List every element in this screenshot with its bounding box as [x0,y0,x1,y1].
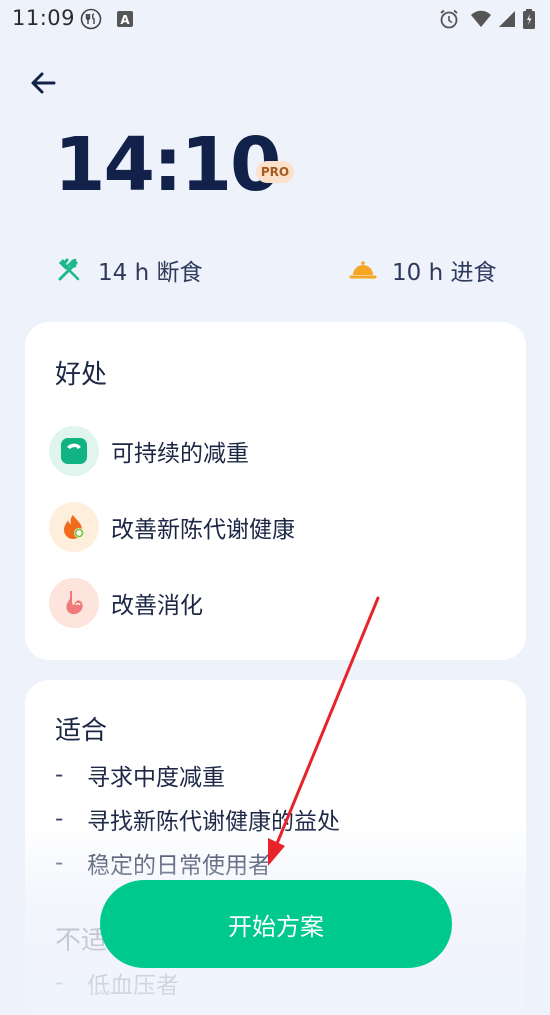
unfit-dash: - [55,970,64,996]
signal-icon [499,11,515,27]
plan-detail-screen: 11:09 A 14:10 PRO 14 h 断食 10 h 进食 好处 可持续… [0,0,550,1015]
fit-item: - 寻求中度减重 [55,760,225,791]
scale-icon [49,426,99,476]
benefit-label: 改善消化 [111,593,203,619]
fasting-label: 14 h 断食 [98,260,203,286]
status-bar: 11:09 A [0,0,550,40]
fit-dash: - [55,762,64,788]
fit-item: - 寻找新陈代谢健康的益处 [55,804,340,835]
eating-hours: 10 h 进食 [348,252,496,288]
fit-item: - 稳定的日常使用者 [55,848,271,879]
benefit-item: 改善新陈代谢健康 [49,502,295,552]
fit-label: 寻求中度减重 [87,765,225,791]
stomach-icon [49,578,99,628]
fork-knife-crossed-icon [58,258,80,281]
benefits-title: 好处 [55,360,108,390]
benefit-item: 改善消化 [49,578,203,628]
flame-icon [49,502,99,552]
eating-label: 10 h 进食 [392,260,497,286]
alarm-icon [440,9,458,29]
battery-icon [523,9,535,29]
start-plan-button[interactable]: 开始方案 [100,880,452,968]
fit-title: 适合 [55,716,108,746]
fit-label: 寻找新陈代谢健康的益处 [87,809,340,835]
benefit-label: 可持续的减重 [111,441,249,467]
a-box-icon: A [117,11,133,27]
fasting-hours: 14 h 断食 [54,252,202,288]
back-button[interactable] [22,62,64,104]
wifi-icon [471,10,491,27]
plan-title: 14:10 [54,122,282,208]
unfit-item: - 低血压者 [55,968,179,999]
fit-dash: - [55,806,64,832]
svg-text:A: A [120,13,130,27]
benefits-card: 好处 可持续的减重 改善新陈代谢健康 改善消化 [25,322,526,660]
arrow-left-icon [31,72,56,94]
fit-dash: - [55,850,64,876]
unfit-label: 低血压者 [87,973,179,999]
fit-label: 稳定的日常使用者 [87,853,271,879]
benefit-item: 可持续的减重 [49,426,249,476]
food-cloche-icon [349,261,377,279]
benefit-label: 改善新陈代谢健康 [111,517,295,543]
pro-badge: PRO [256,161,294,183]
fork-knife-icon [80,8,102,30]
status-time: 11:09 [12,6,76,30]
